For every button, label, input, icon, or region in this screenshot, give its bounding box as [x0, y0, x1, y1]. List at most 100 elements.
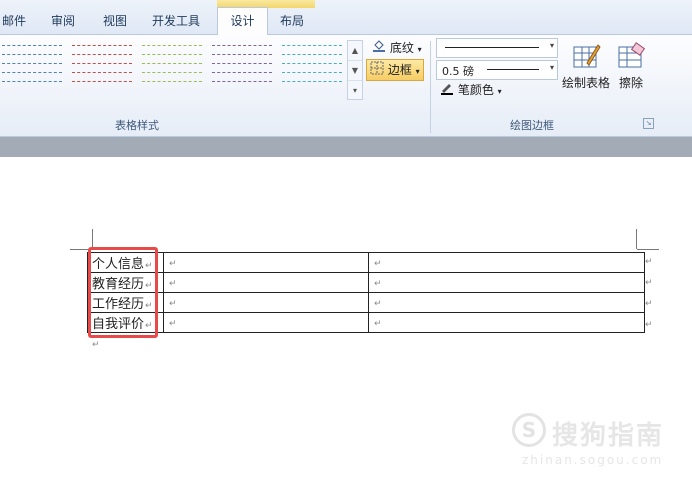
- style-thumbnail-line: [72, 72, 132, 73]
- style-thumbnail-line: [212, 45, 272, 46]
- borders-button[interactable]: 边框 ▾: [366, 59, 424, 81]
- watermark-text: 搜狗指南: [552, 421, 665, 451]
- gallery-expand-icon[interactable]: ▾: [348, 81, 362, 100]
- style-thumbnail-line: [282, 45, 342, 46]
- line-weight-preview: [487, 69, 539, 70]
- table-row[interactable]: 个人信息↵ ↵ ↵: [87, 252, 645, 273]
- table-cell[interactable]: ↵: [163, 272, 369, 293]
- table-row[interactable]: 教育经历↵ ↵ ↵: [87, 272, 645, 293]
- resume-table[interactable]: 个人信息↵ ↵ ↵ 教育经历↵ ↵ ↵ 工作经历↵ ↵ ↵ 自我评价↵ ↵ ↵: [87, 252, 645, 333]
- style-thumbnail-line: [142, 54, 202, 55]
- ribbon-tab-bar: 邮件 审阅 视图 开发工具 设计 布局: [0, 0, 692, 36]
- group-separator: [430, 41, 431, 133]
- eraser-label: 擦除: [618, 76, 643, 90]
- pen-color-button[interactable]: 笔颜色 ▾: [437, 80, 505, 100]
- sogou-logo-icon: S: [512, 413, 546, 447]
- tab-review[interactable]: 审阅: [51, 10, 75, 34]
- style-thumbnail-line: [142, 63, 202, 64]
- ribbon-panel: ▲ ▼ ▾ 底纹 ▾ 边框 ▾ 表格样式 ▾ 0.5 磅 ▾ 笔颜色 ▾ 绘制表…: [0, 35, 692, 137]
- table-style-thumbnail[interactable]: [142, 45, 202, 91]
- tab-mail[interactable]: 邮件: [2, 10, 26, 34]
- pen-icon: [440, 81, 454, 101]
- style-thumbnail-line: [2, 72, 62, 73]
- chevron-down-icon: ▾: [497, 87, 502, 96]
- tab-view[interactable]: 视图: [103, 10, 127, 34]
- table-cell[interactable]: ↵: [368, 312, 645, 333]
- tab-layout[interactable]: 布局: [280, 10, 304, 34]
- style-thumbnail-line: [142, 45, 202, 46]
- style-thumbnail-line: [2, 54, 62, 55]
- draw-table-button[interactable]: 绘制表格: [561, 41, 611, 91]
- table-cell[interactable]: ↵: [163, 312, 369, 333]
- table-row[interactable]: 工作经历↵ ↵ ↵: [87, 292, 645, 313]
- crop-mark: [637, 249, 659, 250]
- draw-table-label: 绘制表格: [561, 76, 610, 90]
- style-thumbnail-line: [212, 63, 272, 64]
- style-thumbnail-line: [72, 81, 132, 82]
- draw-borders-group-label: 绘图边框: [510, 119, 554, 132]
- style-thumbnail-line: [212, 72, 272, 73]
- style-thumbnail-line: [142, 72, 202, 73]
- table-styles-group-label: 表格样式: [115, 119, 159, 132]
- table-style-thumbnail[interactable]: [282, 45, 342, 91]
- eraser-button[interactable]: 擦除: [614, 41, 648, 91]
- crop-mark: [636, 229, 637, 249]
- cell-end-mark: ↵: [374, 319, 382, 329]
- style-thumbnail-line: [282, 81, 342, 82]
- table-cell[interactable]: ↵: [368, 292, 645, 313]
- shading-button[interactable]: 底纹 ▾: [369, 38, 425, 58]
- chevron-down-icon: ▾: [549, 41, 554, 50]
- style-thumbnail-line: [282, 72, 342, 73]
- gallery-scroll-control[interactable]: ▲ ▼ ▾: [347, 40, 363, 100]
- cell-end-mark: ↵: [374, 259, 382, 269]
- borders-label: 边框: [387, 63, 412, 77]
- watermark: S 搜狗指南 zhinan.sogou.com: [512, 413, 692, 473]
- style-thumbnail-line: [142, 81, 202, 82]
- line-weight-value: 0.5 磅: [442, 65, 474, 78]
- chevron-down-icon: ▾: [415, 67, 420, 76]
- table-cell[interactable]: ↵: [368, 252, 645, 273]
- table-row[interactable]: 自我评价↵ ↵ ↵: [87, 312, 645, 333]
- style-thumbnail-line: [72, 45, 132, 46]
- line-style-dropdown[interactable]: ▾: [436, 38, 558, 58]
- table-cell[interactable]: ↵: [163, 252, 369, 273]
- table-cell[interactable]: ↵: [163, 292, 369, 313]
- crop-mark: [92, 229, 93, 249]
- pen-color-label: 笔颜色: [457, 83, 494, 97]
- watermark-url: zhinan.sogou.com: [522, 453, 664, 467]
- chevron-down-icon: ▾: [549, 63, 554, 72]
- chevron-down-icon: ▾: [417, 45, 422, 54]
- row-end-mark: ↵: [645, 299, 653, 309]
- style-thumbnail-line: [2, 45, 62, 46]
- table-style-thumbnail[interactable]: [72, 45, 132, 91]
- tab-design[interactable]: 设计: [217, 7, 268, 36]
- style-thumbnail-line: [2, 63, 62, 64]
- row-end-mark: ↵: [645, 257, 653, 267]
- row-end-mark: ↵: [645, 320, 653, 330]
- dialog-launcher-icon[interactable]: ↘: [643, 118, 654, 129]
- style-thumbnail-line: [282, 54, 342, 55]
- selection-highlight-box: [88, 247, 158, 338]
- cell-end-mark: ↵: [374, 279, 382, 289]
- style-thumbnail-line: [2, 81, 62, 82]
- line-style-preview: [445, 47, 539, 48]
- gallery-scroll-down-icon[interactable]: ▼: [348, 61, 362, 81]
- ruler-area: [0, 137, 692, 157]
- style-thumbnail-line: [282, 63, 342, 64]
- paint-bucket-icon: [372, 39, 386, 59]
- tab-developer[interactable]: 开发工具: [152, 10, 200, 34]
- table-style-thumbnail[interactable]: [212, 45, 272, 91]
- shading-label: 底纹: [389, 41, 414, 55]
- table-style-thumbnail[interactable]: [2, 45, 62, 91]
- paragraph-mark: ↵: [92, 340, 100, 350]
- draw-table-icon: [561, 41, 611, 74]
- border-grid-icon: [370, 61, 384, 81]
- style-thumbnail-line: [72, 54, 132, 55]
- line-weight-dropdown[interactable]: 0.5 磅 ▾: [436, 60, 558, 80]
- table-cell[interactable]: ↵: [368, 272, 645, 293]
- row-end-mark: ↵: [645, 278, 653, 288]
- eraser-icon: [614, 41, 648, 74]
- cell-end-mark: ↵: [169, 319, 177, 329]
- gallery-scroll-up-icon[interactable]: ▲: [348, 41, 362, 61]
- style-thumbnail-line: [212, 81, 272, 82]
